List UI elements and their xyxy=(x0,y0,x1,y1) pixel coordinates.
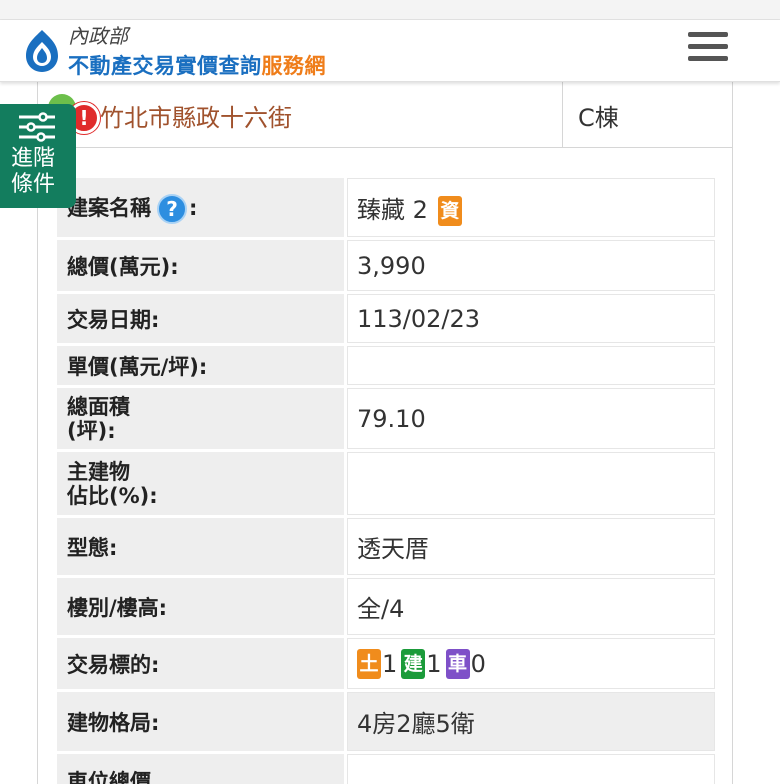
trade-date-label: 交易日期: xyxy=(54,291,347,346)
building-type-label: 型態: xyxy=(54,515,347,578)
table-row: 樓別/樓高: 全/4 xyxy=(54,575,718,638)
unit-price-value xyxy=(344,343,718,388)
advanced-filter-label-line1: 進階 xyxy=(11,146,56,171)
building-count: 1 xyxy=(426,649,442,678)
sliders-icon xyxy=(19,112,55,142)
floor-value: 全/4 xyxy=(344,575,718,638)
table-row: 單價(萬元/坪): xyxy=(54,343,718,388)
total-area-label-line2: (坪): xyxy=(67,418,116,443)
trade-target-label: 交易標的: xyxy=(54,635,347,692)
table-row: 總價(萬元): 3,990 xyxy=(54,237,718,294)
table-row: 總面積 (坪): 79.10 xyxy=(54,385,718,452)
advanced-filter-label: 進階 條件 xyxy=(11,146,55,198)
site-title-accent: 服務網 xyxy=(261,54,326,78)
main-building-ratio-label-line2: 佔比(%): xyxy=(67,483,158,508)
layout-value: 4房2廳5衛 xyxy=(344,689,718,754)
car-count: 0 xyxy=(470,649,486,678)
menu-bar xyxy=(688,32,728,37)
address-card: ! 竹北市縣政十六街 C棟 xyxy=(37,82,733,148)
total-price-label: 總價(萬元): xyxy=(54,237,347,294)
site-title[interactable]: 不動產交易實價查詢服務網 xyxy=(68,50,326,80)
project-name-colon: : xyxy=(189,195,198,220)
menu-bar xyxy=(688,56,728,61)
land-tag: 土 xyxy=(357,648,381,679)
help-icon[interactable]: ? xyxy=(157,193,187,224)
table-row: 建物格局: 4房2廳5衛 xyxy=(54,689,718,754)
table-row: 交易日期: 113/02/23 xyxy=(54,291,718,346)
table-row: 交易標的: 土1建1車0 xyxy=(54,635,718,692)
parking-price-label: 車位總價 xyxy=(54,751,347,784)
site-title-main: 不動產交易實價查詢 xyxy=(68,54,262,78)
hamburger-menu-icon[interactable] xyxy=(688,32,728,66)
layout-label: 建物格局: xyxy=(54,689,347,754)
browser-top-strip xyxy=(0,0,780,20)
total-price-value: 3,990 xyxy=(344,237,718,294)
main-building-ratio-label: 主建物 佔比(%): xyxy=(54,449,347,518)
table-row: 建案名稱?: 臻藏 2 資 xyxy=(54,175,718,240)
ministry-logo-icon[interactable] xyxy=(22,28,62,74)
trade-date-value: 113/02/23 xyxy=(344,291,718,346)
floor-label: 樓別/樓高: xyxy=(54,575,347,638)
total-area-label: 總面積 (坪): xyxy=(54,385,347,452)
main-building-ratio-label-line1: 主建物 xyxy=(67,459,130,484)
table-row: 型態: 透天厝 xyxy=(54,515,718,578)
land-count: 1 xyxy=(382,649,398,678)
project-name-value[interactable]: 臻藏 2 xyxy=(357,196,428,224)
address-cell: ! 竹北市縣政十六街 xyxy=(38,82,563,147)
building-tag: 建 xyxy=(401,648,426,679)
table-row: 車位總價 xyxy=(54,751,718,784)
project-name-label: 建案名稱 xyxy=(67,195,151,220)
menu-bar xyxy=(688,44,728,49)
site-header: 內政部 不動產交易實價查詢服務網 xyxy=(0,20,780,82)
trade-target-value: 土1建1車0 xyxy=(344,635,718,692)
table-row: 主建物 佔比(%): xyxy=(54,449,718,518)
building-type-value: 透天厝 xyxy=(344,515,718,578)
advanced-filter-label-line2: 條件 xyxy=(11,172,56,197)
address-text: 竹北市縣政十六街 xyxy=(100,104,292,132)
total-area-value: 79.10 xyxy=(344,385,718,452)
parking-price-value xyxy=(344,751,718,784)
ministry-name: 內政部 xyxy=(68,24,128,48)
advanced-filter-button[interactable]: 進階 條件 xyxy=(0,104,76,208)
unit-price-label: 單價(萬元/坪): xyxy=(54,343,347,388)
project-info-badge[interactable]: 資 xyxy=(437,195,462,226)
building-name: C棟 xyxy=(578,104,619,132)
car-tag: 車 xyxy=(445,648,470,679)
main-building-ratio-value xyxy=(344,449,718,518)
project-name-value-cell: 臻藏 2 資 xyxy=(344,175,718,240)
total-area-label-line1: 總面積 xyxy=(67,394,130,419)
project-name-label-cell: 建案名稱?: xyxy=(54,175,347,240)
transaction-detail-table: 建案名稱?: 臻藏 2 資 總價(萬元): 3,990 交易日期: 113/02/… xyxy=(54,175,718,784)
